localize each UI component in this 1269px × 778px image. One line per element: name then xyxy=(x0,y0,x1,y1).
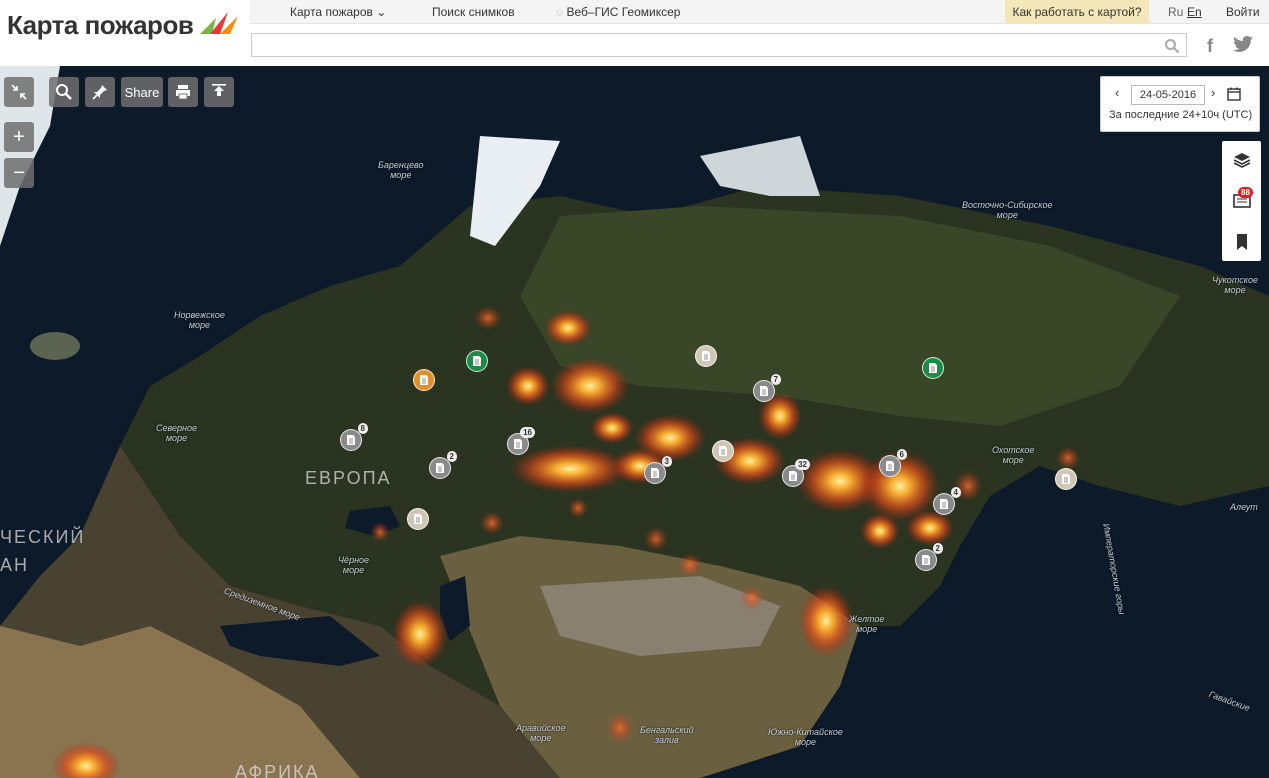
document-icon xyxy=(420,375,428,385)
marker-count-badge: 16 xyxy=(520,427,535,438)
date-input[interactable]: 24-05-2016 xyxy=(1131,85,1205,105)
nav-imagery-search[interactable]: Поиск снимков xyxy=(432,0,515,24)
label-africa: АФРИКА xyxy=(235,762,320,778)
label-east-siberian-sea: Восточно-Сибирское море xyxy=(962,200,1053,220)
document-icon xyxy=(940,499,948,509)
nav-geomixer[interactable]: ◌ Веб–ГИС Геомиксер xyxy=(556,0,680,24)
chevron-left-icon[interactable]: ‹ xyxy=(1115,85,1119,100)
notification-badge: 88 xyxy=(1238,187,1253,198)
fire-report-marker[interactable]: 7 xyxy=(753,374,781,402)
fire-report-marker[interactable]: 2 xyxy=(915,543,943,571)
layers-icon[interactable] xyxy=(1233,151,1251,169)
fire-report-marker[interactable] xyxy=(413,369,435,391)
export-button[interactable] xyxy=(204,77,234,107)
map-canvas[interactable]: Баренцево море Норвежское море Северное … xyxy=(0,66,1269,778)
facebook-icon[interactable]: f xyxy=(1207,36,1213,57)
fire-report-marker[interactable]: 8 xyxy=(340,423,368,451)
printer-icon xyxy=(176,85,190,100)
help-button[interactable]: Как работать с картой? xyxy=(1005,0,1149,24)
fire-report-marker[interactable]: 2 xyxy=(429,451,457,479)
marker-count-badge: 2 xyxy=(932,543,943,554)
search-tool-button[interactable] xyxy=(49,77,79,107)
label-south-china-sea: Южно-Китайское море xyxy=(768,727,843,747)
marker-count-badge: 7 xyxy=(770,374,781,385)
label-atlantic-2: АН xyxy=(0,555,30,575)
fire-report-marker[interactable] xyxy=(712,440,734,462)
document-icon xyxy=(789,471,797,481)
fire-report-marker[interactable] xyxy=(695,345,717,367)
marker-count-badge: 6 xyxy=(896,449,907,460)
zoom-in-button[interactable]: + xyxy=(4,122,34,152)
label-okhotsk-sea: Охотское море xyxy=(992,445,1035,465)
document-icon xyxy=(1062,474,1070,484)
date-range-text: За последние 24+10ч (UTC) xyxy=(1109,109,1253,121)
geomixer-icon: ◌ xyxy=(556,5,564,19)
document-icon xyxy=(886,461,894,471)
label-bay-of-bengal: Бенгальский залив xyxy=(640,725,694,745)
lang-ru-link[interactable]: Ru xyxy=(1168,0,1183,24)
label-barents-sea: Баренцево море xyxy=(378,160,424,180)
zoom-out-button[interactable]: − xyxy=(4,158,34,188)
login-link[interactable]: Войти xyxy=(1226,0,1260,24)
fire-report-marker[interactable] xyxy=(407,508,429,530)
fire-report-marker[interactable]: 4 xyxy=(933,487,961,515)
marker-count-badge: 8 xyxy=(357,423,368,434)
share-button[interactable]: Share xyxy=(121,77,163,107)
document-icon xyxy=(760,386,768,396)
document-icon xyxy=(702,351,710,361)
fire-report-marker[interactable] xyxy=(1055,468,1077,490)
upload-icon xyxy=(212,84,226,96)
twitter-icon[interactable] xyxy=(1232,36,1254,54)
app-logo[interactable]: Карта пожаров xyxy=(7,10,194,41)
satellite-basemap xyxy=(0,66,1269,778)
marker-count-badge: 2 xyxy=(446,451,457,462)
document-icon xyxy=(473,356,481,366)
fire-report-marker[interactable]: 32 xyxy=(782,459,810,487)
calendar-icon[interactable] xyxy=(1227,87,1241,101)
marker-count-badge: 3 xyxy=(661,456,672,467)
document-icon xyxy=(929,363,937,373)
marker-count-badge: 4 xyxy=(950,487,961,498)
label-north-sea: Северное море xyxy=(156,423,197,443)
label-aleutian: Алеут xyxy=(1230,502,1258,512)
label-europe: ЕВРОПА xyxy=(305,468,392,488)
fullscreen-button[interactable] xyxy=(4,77,34,107)
marker-count-badge: 32 xyxy=(795,459,810,470)
logo-flame-icon xyxy=(200,12,238,34)
fire-report-marker[interactable] xyxy=(922,357,944,379)
lang-en-link[interactable]: En xyxy=(1187,0,1202,24)
fire-report-marker[interactable]: 6 xyxy=(879,449,907,477)
nav-fire-map[interactable]: Карта пожаров ⌄ xyxy=(290,0,386,24)
search-input[interactable] xyxy=(251,33,1187,57)
print-button[interactable] xyxy=(168,77,198,107)
fire-report-marker[interactable]: 3 xyxy=(644,456,672,484)
label-arabian-sea: Аравийское море xyxy=(516,723,566,743)
label-black-sea: Чёрное море xyxy=(338,555,370,575)
magnifier-icon xyxy=(56,84,72,100)
label-atlantic-1: ЧЕСКИЙ xyxy=(0,527,86,547)
right-panel: 88 xyxy=(1222,141,1261,261)
header: Карта пожаров Карта пожаров ⌄ Поиск сним… xyxy=(0,0,1269,66)
document-icon xyxy=(651,468,659,478)
document-icon xyxy=(719,446,727,456)
document-icon xyxy=(347,435,355,445)
document-icon xyxy=(922,555,930,565)
pin-icon xyxy=(92,85,107,100)
collapse-arrows-icon xyxy=(11,84,27,100)
chevron-right-icon[interactable]: › xyxy=(1211,85,1215,100)
label-chukchi-sea: Чукотское море xyxy=(1212,275,1258,295)
pin-tool-button[interactable] xyxy=(85,77,115,107)
label-yellow-sea: Желтое море xyxy=(849,614,885,634)
fire-report-marker[interactable] xyxy=(466,350,488,372)
bookmark-icon[interactable] xyxy=(1233,233,1251,251)
chevron-down-icon: ⌄ xyxy=(376,5,387,19)
document-icon xyxy=(514,439,522,449)
fire-report-marker[interactable]: 16 xyxy=(507,427,535,455)
search-icon[interactable] xyxy=(1164,38,1180,54)
label-norwegian-sea: Норвежское море xyxy=(174,310,225,330)
document-icon xyxy=(436,463,444,473)
document-icon xyxy=(414,514,422,524)
date-panel: ‹ 24-05-2016 › За последние 24+10ч (UTC) xyxy=(1100,76,1260,132)
top-navigation: Карта пожаров ⌄ Поиск снимков ◌ Веб–ГИС … xyxy=(250,0,1269,24)
